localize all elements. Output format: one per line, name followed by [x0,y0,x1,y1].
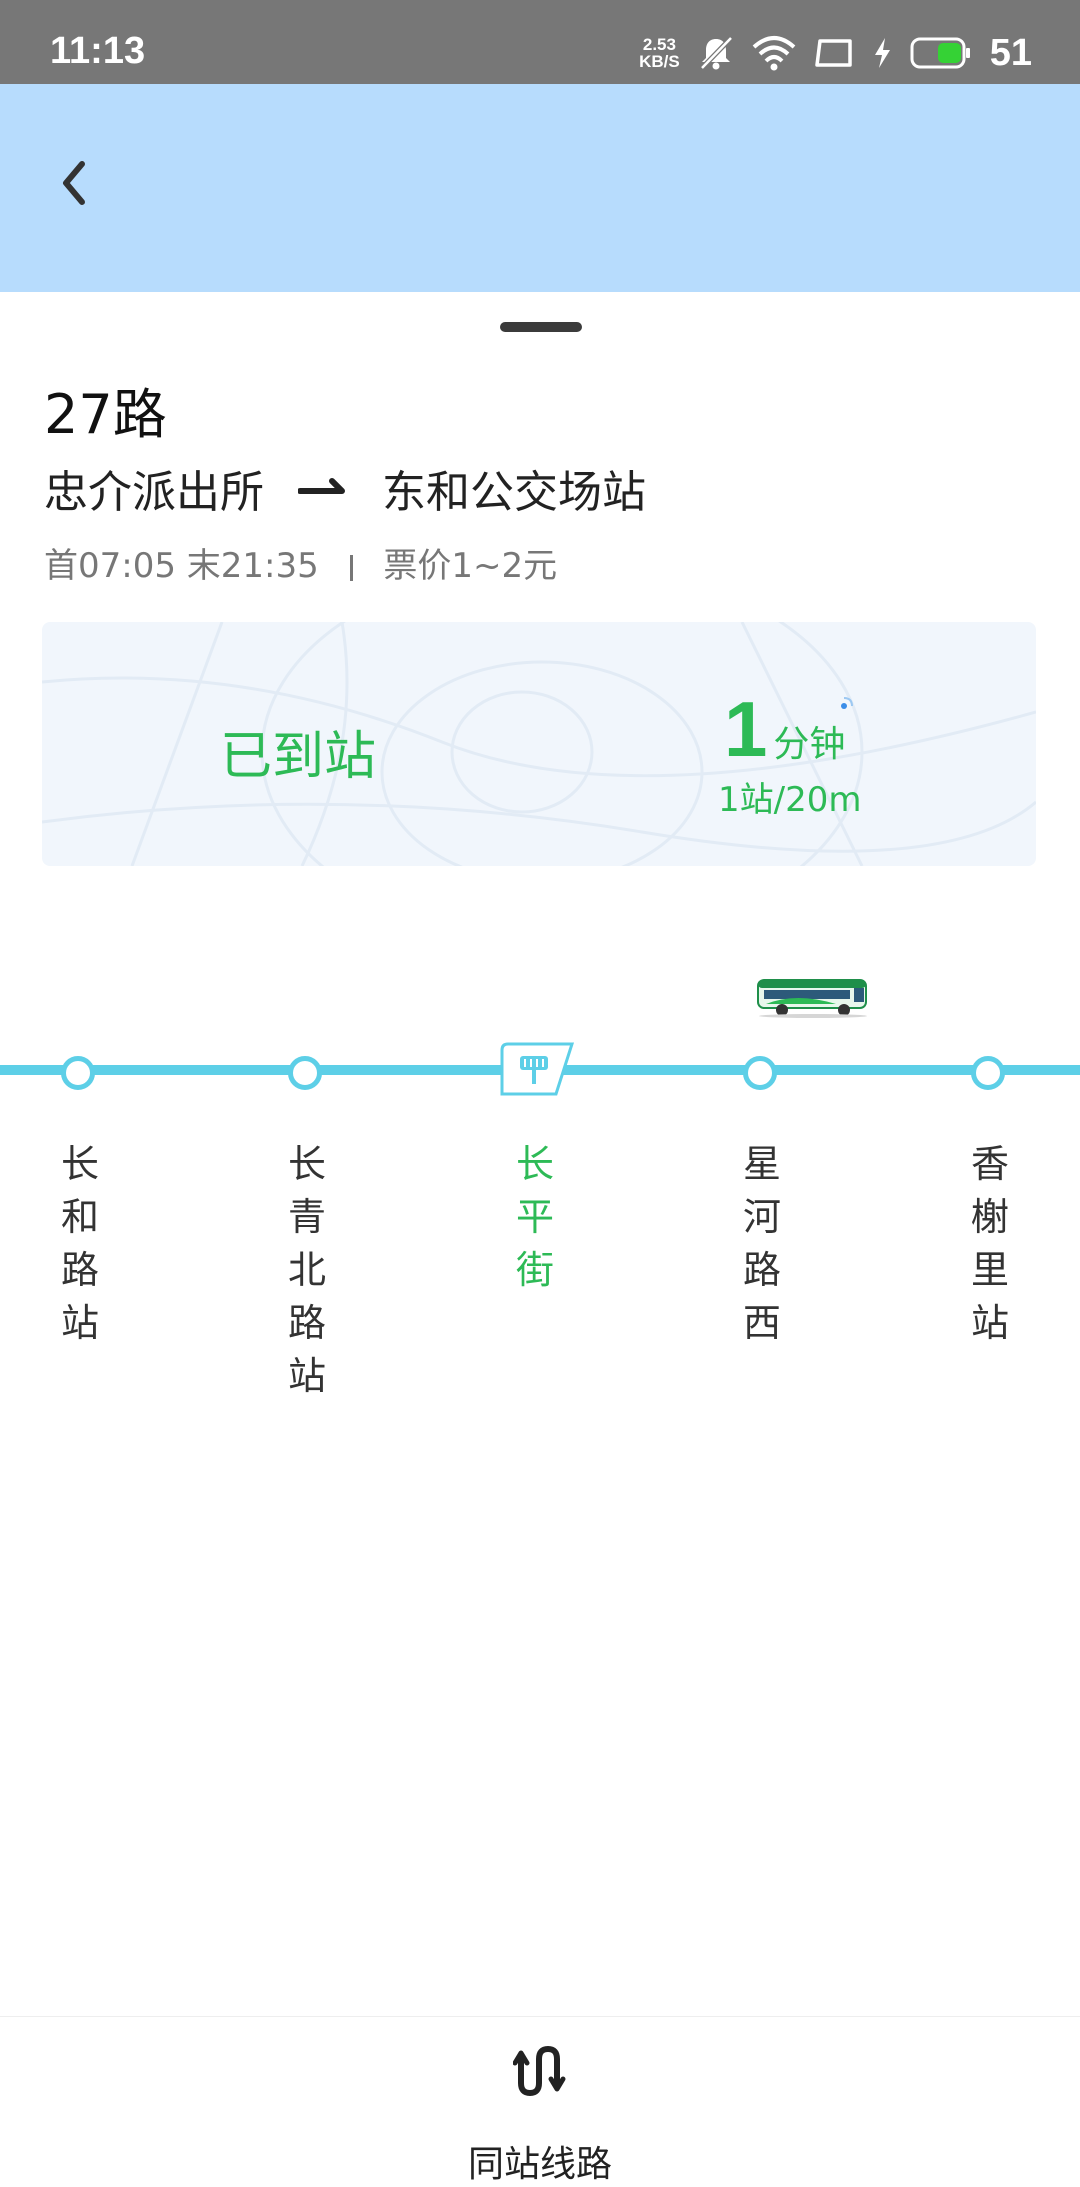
drag-handle[interactable] [500,322,582,332]
stop-name[interactable]: 长 和 路 站 [55,1138,105,1350]
route-destination: 东和公交场站 [382,467,646,518]
bottom-bar: 同站线路 [0,2016,1080,2185]
eta: 1 分钟 [724,684,845,775]
stop-name[interactable]: 香 榭 里 站 [965,1138,1015,1350]
route-name: 27路 [44,383,167,446]
battery-icon [910,37,970,69]
header [0,84,1080,292]
eta-unit: 分钟 [773,724,846,765]
same-stop-routes-button[interactable]: 同站线路 [440,2043,640,2185]
back-button[interactable] [48,148,118,218]
first-bus-time: 首07:05 [44,546,176,586]
map-background [42,622,1036,866]
stop-node[interactable] [743,1056,777,1090]
same-stop-routes-label: 同站线路 [467,2144,612,2185]
net-speed-unit: KB/S [639,52,680,71]
divider [349,554,353,581]
last-bus-time: 末21:35 [186,546,319,586]
chevron-left-icon [63,161,85,205]
stop-node[interactable] [288,1056,322,1090]
net-speed: 2.53 KB/S [639,36,680,70]
route-origin: 忠介派出所 [44,467,264,518]
eta-distance: 1站/20m [718,780,862,820]
current-stop-marker[interactable] [500,1042,574,1102]
arrival-card[interactable]: 已到站 1 分钟 1站/20m [42,622,1036,866]
arrow-right-icon [298,478,345,494]
stop-node[interactable] [971,1056,1005,1090]
route-direction: 忠介派出所 东和公交场站 [44,456,646,520]
stop-node[interactable] [61,1056,95,1090]
wifi-icon [752,36,796,71]
bus-icon [757,979,867,1018]
eta-value: 1 [724,685,768,773]
arrival-status: 已到站 [220,727,377,787]
net-speed-value: 2.53 [642,35,676,54]
charging-icon [874,38,890,68]
stop-name[interactable]: 星 河 路 西 [737,1138,787,1350]
route-loop-icon [513,2045,566,2097]
fare: 票价1~2元 [383,546,558,586]
status-time: 11:13 [50,30,146,72]
realtime-signal-icon [841,697,853,709]
stop-name-current[interactable]: 长 平 街 [510,1138,560,1297]
stop-name[interactable]: 长 青 北 路 站 [282,1138,332,1403]
battery-level: 51 [989,31,1032,74]
route-schedule: 首07:05 末21:35 票价1~2元 [44,538,557,587]
mute-icon [699,36,733,70]
status-bar: 11:13 2.53 KB/S 51 [0,0,1080,84]
status-icons: 2.53 KB/S 51 [639,28,1032,78]
screen-icon [814,39,852,67]
